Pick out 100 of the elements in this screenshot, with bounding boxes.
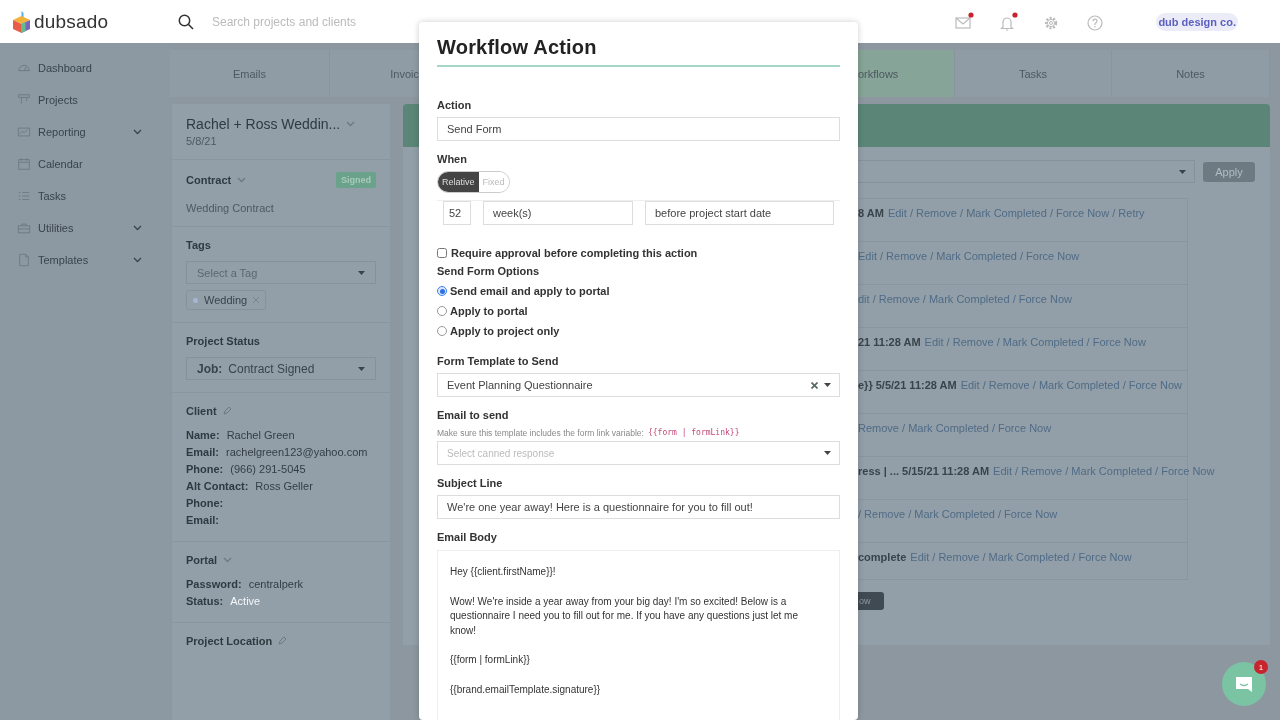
- action-links[interactable]: Edit / Remove / Mark Completed / Force Now: [993, 465, 1215, 477]
- dark-button[interactable]: ow: [858, 592, 884, 610]
- contract-name[interactable]: Wedding Contract: [186, 202, 376, 214]
- chat-icon: [1234, 674, 1254, 694]
- row-text: e}} 5/5/21 11:28 AM: [858, 379, 957, 391]
- action-links[interactable]: Edit / Remove / Mark Completed / Force Now: [858, 250, 1080, 262]
- sidebar-item[interactable]: Tasks: [0, 180, 170, 212]
- pencil-icon: [222, 407, 231, 415]
- field-label: Email to send: [437, 409, 510, 421]
- sidebar-item[interactable]: Utilities: [0, 212, 170, 244]
- chevron-icon: [133, 129, 142, 135]
- sidebar-item[interactable]: Dashboard: [0, 52, 170, 84]
- bell-icon[interactable]: [999, 12, 1019, 31]
- sidebar-item[interactable]: Projects: [0, 84, 170, 116]
- search-icon[interactable]: [178, 13, 194, 30]
- caret-icon: [358, 366, 365, 371]
- logo-text: dubsado: [34, 10, 109, 33]
- checkbox[interactable]: [437, 248, 447, 258]
- logo-icon: [13, 10, 30, 33]
- email-dropdown[interactable]: Select canned response: [437, 441, 840, 465]
- project-title[interactable]: Rachel + Ross Weddin...: [186, 116, 341, 132]
- section-heading: Project Status: [186, 335, 260, 347]
- action-links[interactable]: Edit / Remove / Mark Completed / Force Now: [960, 379, 1182, 391]
- body-paragraph: Hey {{client.firstName}}!: [450, 565, 557, 579]
- tag-dropdown[interactable]: Select a Tag: [186, 261, 376, 284]
- text-field[interactable]: Send Form: [437, 117, 840, 141]
- radio-button[interactable]: [437, 326, 447, 336]
- chevron-icon: [237, 177, 247, 183]
- action-links[interactable]: Remove / Mark Completed / Force Now: [858, 422, 1052, 434]
- briefcase-icon: [17, 221, 31, 235]
- field-label: Subject Line: [437, 477, 504, 489]
- field-label: Action: [437, 99, 473, 111]
- field-label: Form Template to Send: [437, 355, 560, 367]
- section-heading: Tags: [186, 239, 211, 251]
- action-links[interactable]: Edit / Remove / Mark Completed / Force Now / Retry: [887, 207, 1145, 219]
- tab[interactable]: Emails: [170, 50, 330, 97]
- field-value: Ross Geller: [255, 479, 313, 494]
- field-label: Alt Contact:: [186, 479, 249, 494]
- tab[interactable]: Invoic: [330, 50, 419, 97]
- action-links[interactable]: Edit / Remove / Mark Completed / Force Now: [924, 336, 1146, 348]
- code-snippet: {{form | formLink}}: [647, 428, 740, 438]
- chevron-icon: [133, 225, 142, 231]
- text-field[interactable]: We're one year away! Here is a questionnaire for you to fill out!: [437, 495, 840, 519]
- radio-button[interactable]: [437, 286, 447, 296]
- caret-icon: [1179, 169, 1186, 174]
- action-links[interactable]: dit / Remove / Mark Completed / Force Now: [858, 293, 1072, 305]
- action-links[interactable]: / Remove / Mark Completed / Force Now: [858, 508, 1058, 520]
- row-text: 8 AM: [858, 207, 884, 219]
- toggle-option[interactable]: Relative: [438, 172, 479, 192]
- clear-icon[interactable]: [811, 381, 818, 389]
- caret-icon: [824, 451, 831, 455]
- chevron-icon: [133, 257, 142, 263]
- template-dropdown[interactable]: Event Planning Questionnaire: [437, 373, 840, 397]
- field-label: Email Body: [437, 531, 498, 543]
- pencil-icon: [278, 637, 287, 645]
- list-icon: [17, 189, 31, 203]
- notification-badge: 1: [1254, 660, 1268, 674]
- chart-icon: [17, 125, 31, 139]
- row-text: ress | ... 5/15/21 11:28 AM: [858, 465, 990, 477]
- row-text: complete: [858, 551, 907, 563]
- row-text: 21 11:28 AM: [858, 336, 921, 348]
- field-value: rachelgreen123@yahoo.com: [226, 445, 368, 460]
- tab[interactable]: Tasks: [955, 50, 1112, 97]
- radio-button[interactable]: [437, 306, 447, 316]
- body-paragraph: {{form | formLink}}: [450, 653, 531, 667]
- envelope-icon[interactable]: [955, 12, 975, 31]
- sidebar-item[interactable]: Calendar: [0, 148, 170, 180]
- radio-label: Apply to project only: [450, 325, 560, 337]
- chat-button[interactable]: [1222, 662, 1266, 706]
- sidebar-item[interactable]: Templates: [0, 244, 170, 276]
- caret-icon: [358, 270, 365, 275]
- section-heading: Contract: [186, 174, 232, 186]
- field-label: Send Form Options: [437, 265, 541, 277]
- checkbox-label: Require approval before completing this action: [451, 247, 698, 259]
- field-label: Phone:: [186, 496, 224, 511]
- tab[interactable]: Notes: [1112, 50, 1270, 97]
- tag-label: Wedding: [204, 294, 248, 306]
- tab[interactable]: orkflows: [858, 50, 955, 97]
- field-label: When: [437, 153, 468, 165]
- status-badge: Signed: [336, 172, 376, 188]
- section-heading: Client: [186, 405, 217, 417]
- apply-button[interactable]: Apply: [1203, 161, 1255, 182]
- text-field[interactable]: week(s): [483, 201, 633, 225]
- radio-label: Send email and apply to portal: [450, 285, 610, 297]
- section-heading: Project Location: [186, 635, 273, 647]
- text-field[interactable]: before project start date: [645, 201, 834, 225]
- account-name[interactable]: dub design co.: [1156, 12, 1238, 31]
- body-paragraph: {{brand.emailTemplate.signature}}: [450, 682, 602, 697]
- project-date: 5/8/21: [186, 135, 218, 147]
- text-field[interactable]: 52: [443, 201, 471, 225]
- sidebar-item[interactable]: Reporting: [0, 116, 170, 148]
- status-dropdown[interactable]: Job: Contract Signed: [186, 357, 376, 380]
- action-links[interactable]: Edit / Remove / Mark Completed / Force Now: [910, 551, 1132, 563]
- modal-title: Workflow Action: [437, 36, 840, 67]
- tag-dot: [193, 297, 198, 303]
- body-paragraph: Wow! We're inside a year away from your big day! I'm so excited! Below is a questionnaire I need you to fill out for me. If you have any questions just let me know!: [450, 594, 799, 638]
- field-label: Name:: [186, 428, 220, 443]
- field-value: Active: [230, 594, 261, 609]
- field-label: Status:: [186, 594, 224, 609]
- calendar-icon: [17, 157, 31, 171]
